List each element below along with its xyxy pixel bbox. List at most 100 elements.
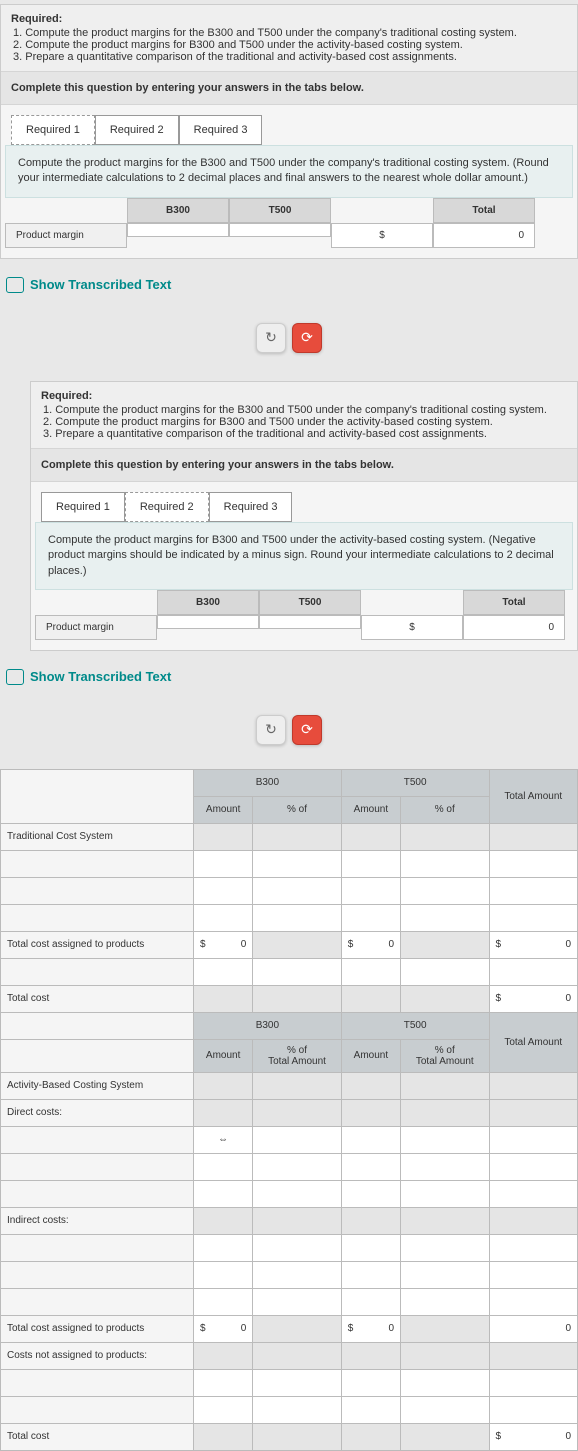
- margin-table: x Product margin B300 T500 x $ Total 0: [5, 198, 573, 248]
- row-input[interactable]: [1, 904, 194, 931]
- row-input[interactable]: [1, 1396, 194, 1423]
- header-b300: B300: [194, 1012, 342, 1039]
- speech-icon: [6, 669, 24, 685]
- required-list: 1. Compute the product margins for the B…: [13, 27, 567, 63]
- tab-row: Required 1 Required 2 Required 3: [1, 105, 577, 145]
- control-buttons: ↻ ⟳: [0, 699, 578, 769]
- col-t500: T500: [259, 590, 361, 615]
- link-text: Show Transcribed Text: [30, 277, 171, 292]
- col-t500: T500: [229, 198, 331, 223]
- input-b300[interactable]: [127, 223, 229, 237]
- header-t500: T500: [341, 1012, 489, 1039]
- tab-required-3[interactable]: Required 3: [179, 115, 263, 145]
- sub-pct: % of: [253, 796, 341, 823]
- input-t500[interactable]: [229, 223, 331, 237]
- speech-icon: [6, 277, 24, 293]
- required-title: Required:: [41, 390, 567, 402]
- show-transcribed-link[interactable]: Show Transcribed Text: [0, 263, 578, 307]
- cell-currency: $ 0: [489, 931, 578, 958]
- sub-amount: Amount: [341, 1039, 400, 1072]
- req-item: 3. Prepare a quantitative comparison of …: [43, 428, 567, 440]
- cell-currency: $ 0: [341, 931, 400, 958]
- question-panel-2: Required: 1. Compute the product margins…: [30, 381, 578, 651]
- cell-zero: 0: [489, 1315, 578, 1342]
- row-input[interactable]: [1, 1234, 194, 1261]
- total-value: 0: [463, 615, 565, 640]
- header-total-amount: Total Amount: [489, 769, 578, 823]
- row-input[interactable]: [1, 877, 194, 904]
- row-tcap: Total cost assigned to products: [1, 1315, 194, 1342]
- undo-button[interactable]: ↻: [256, 323, 286, 353]
- header-t500: T500: [341, 769, 489, 796]
- req-item: 2. Compute the product margins for B300 …: [43, 416, 567, 428]
- cell-currency: $ 0: [341, 1315, 400, 1342]
- row-input[interactable]: [1, 1180, 194, 1207]
- comparison-table: B300 T500 Total Amount Amount % of Amoun…: [0, 769, 578, 1451]
- row-input[interactable]: [1, 1261, 194, 1288]
- retry-button[interactable]: ⟳: [292, 715, 322, 745]
- row-tcap: Total cost assigned to products: [1, 931, 194, 958]
- row-input[interactable]: [1, 958, 194, 985]
- tab-required-1[interactable]: Required 1: [11, 115, 95, 145]
- sub-pct-total: % ofTotal Amount: [401, 1039, 489, 1072]
- complete-instruction: Complete this question by entering your …: [1, 71, 577, 105]
- tab-required-2[interactable]: Required 2: [125, 492, 209, 522]
- tab-instruction: Compute the product margins for B300 and…: [35, 522, 573, 590]
- req-item: 2. Compute the product margins for B300 …: [13, 39, 567, 51]
- tab-required-2[interactable]: Required 2: [95, 115, 179, 145]
- retry-button[interactable]: ⟳: [292, 323, 322, 353]
- cell-currency: $ 0: [194, 931, 253, 958]
- col-total: Total: [433, 198, 535, 223]
- cell-currency: $ 0: [489, 1423, 578, 1450]
- tab-row: Required 1 Required 2 Required 3: [31, 482, 577, 522]
- row-indirect: Indirect costs:: [1, 1207, 194, 1234]
- row-input[interactable]: [1, 850, 194, 877]
- row-input[interactable]: [1, 1369, 194, 1396]
- row-total-cost: Total cost: [1, 1423, 194, 1450]
- sub-pct-total: % ofTotal Amount: [253, 1039, 341, 1072]
- sub-amount: Amount: [194, 1039, 253, 1072]
- sub-pct: % of: [401, 796, 489, 823]
- tab-required-1[interactable]: Required 1: [41, 492, 125, 522]
- row-product-margin: Product margin: [5, 223, 127, 248]
- tab-required-3[interactable]: Required 3: [209, 492, 293, 522]
- row-input[interactable]: [1, 1126, 194, 1153]
- cell-currency: $ 0: [489, 985, 578, 1012]
- required-block: Required: 1. Compute the product margins…: [31, 382, 577, 448]
- margin-table: x Product margin B300 T500 x $ Total 0: [35, 590, 573, 640]
- req-item: 3. Prepare a quantitative comparison of …: [13, 51, 567, 63]
- cell-currency: $ 0: [194, 1315, 253, 1342]
- col-b300: B300: [157, 590, 259, 615]
- input-b300[interactable]: [157, 615, 259, 629]
- required-title: Required:: [11, 13, 567, 25]
- col-total: Total: [463, 590, 565, 615]
- header-total-amount: Total Amount: [489, 1012, 578, 1072]
- row-direct: Direct costs:: [1, 1099, 194, 1126]
- row-traditional: Traditional Cost System: [1, 823, 194, 850]
- total-value: 0: [433, 223, 535, 248]
- row-input[interactable]: [1, 1288, 194, 1315]
- row-abc: Activity-Based Costing System: [1, 1072, 194, 1099]
- required-list: 1. Compute the product margins for the B…: [43, 404, 567, 440]
- row-total-cost: Total cost: [1, 985, 194, 1012]
- row-input[interactable]: [1, 1153, 194, 1180]
- show-transcribed-link[interactable]: Show Transcribed Text: [0, 655, 578, 699]
- cell-arrow[interactable]: ⇔: [194, 1126, 253, 1153]
- input-t500[interactable]: [259, 615, 361, 629]
- undo-button[interactable]: ↻: [256, 715, 286, 745]
- complete-instruction: Complete this question by entering your …: [31, 448, 577, 482]
- control-buttons: ↻ ⟳: [0, 307, 578, 377]
- row-product-margin: Product margin: [35, 615, 157, 640]
- tab-instruction: Compute the product margins for the B300…: [5, 145, 573, 198]
- req-item: 1. Compute the product margins for the B…: [43, 404, 567, 416]
- question-panel-1: Required: 1. Compute the product margins…: [0, 4, 578, 259]
- link-text: Show Transcribed Text: [30, 669, 171, 684]
- row-cnap: Costs not assigned to products:: [1, 1342, 194, 1369]
- req-item: 1. Compute the product margins for the B…: [13, 27, 567, 39]
- header-b300: B300: [194, 769, 342, 796]
- sub-amount: Amount: [341, 796, 400, 823]
- currency-symbol: $: [331, 223, 433, 248]
- sub-amount: Amount: [194, 796, 253, 823]
- currency-symbol: $: [361, 615, 463, 640]
- col-b300: B300: [127, 198, 229, 223]
